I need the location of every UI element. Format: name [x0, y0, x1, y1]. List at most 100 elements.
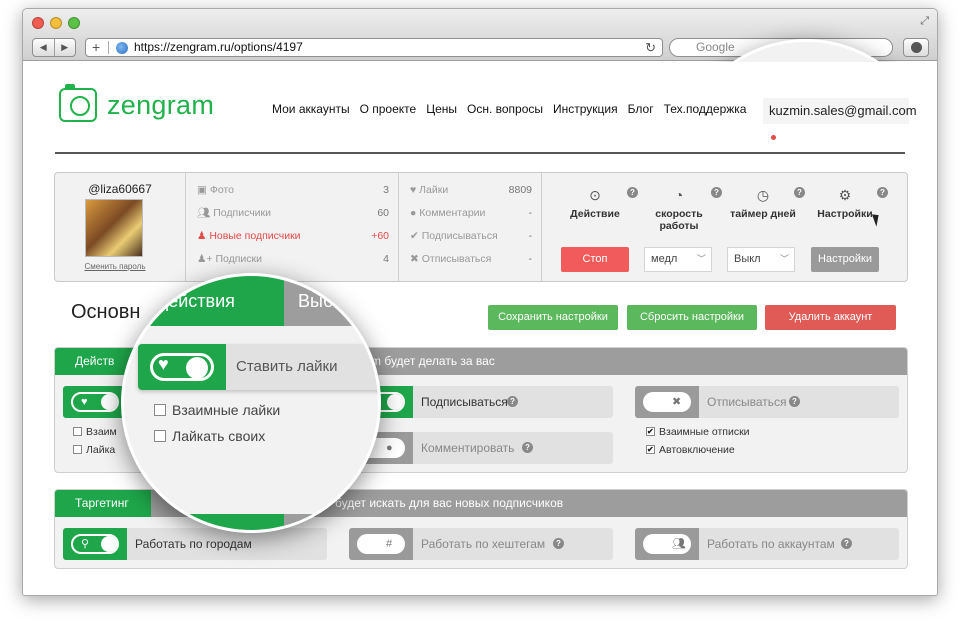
reload-icon[interactable]: ↻: [645, 39, 656, 56]
follow-label: Подписываться: [421, 395, 508, 409]
accounts-label: Работать по аккаунтам: [707, 537, 835, 551]
control-label: скорость работы: [655, 208, 703, 232]
checkbox-label: Взаим: [86, 426, 117, 438]
control-speed: ◔ скорость работы: [639, 187, 719, 232]
help-icon[interactable]: ?: [789, 396, 800, 407]
magnifier-overlay: Действия Выбери ♥ Ставить лайки Взаимные…: [121, 273, 381, 533]
control-timer: ◷ таймер дней: [723, 187, 803, 220]
delete-account-button[interactable]: Удалить аккаунт: [765, 305, 896, 330]
location-pin-icon: ⚲: [81, 538, 90, 550]
address-bar[interactable]: + https://zengram.ru/options/4197 ↻: [85, 38, 663, 57]
stop-button[interactable]: Стоп: [561, 247, 629, 272]
close-window-button[interactable]: [32, 17, 44, 29]
user-email: kuzmin.sales@gmail.com: [769, 103, 917, 118]
settings-button[interactable]: Настройки: [811, 247, 879, 272]
help-icon[interactable]: ?: [711, 187, 722, 198]
zengram-logo[interactable]: zengram: [59, 84, 215, 122]
address-separator: [108, 41, 109, 54]
speedometer-icon: ◔: [674, 187, 684, 203]
nav-instructions[interactable]: Инструкция: [553, 102, 618, 116]
downloads-button[interactable]: [903, 38, 929, 57]
help-icon[interactable]: ?: [627, 187, 638, 198]
stat-value: 8809: [508, 184, 532, 196]
save-settings-button[interactable]: Сохранить настройки: [488, 305, 618, 330]
mutual-unfollow-checkbox[interactable]: Взаимные отписки: [646, 425, 750, 439]
nav-faq[interactable]: Осн. вопросы: [467, 102, 543, 116]
stat-likes: ♥ Лайки 8809: [410, 179, 532, 202]
checkbox-label: Взаимные отписки: [659, 426, 750, 438]
help-icon[interactable]: ?: [507, 396, 518, 407]
like-own-checkbox[interactable]: Лайка: [73, 443, 115, 457]
timer-select-value: Выкл: [734, 253, 761, 265]
browser-window: ⤢ ◀ ▶ + https://zengram.ru/options/4197 …: [22, 8, 938, 596]
control-action: ⊙ Действие: [555, 187, 635, 220]
account-panel: @liza60667 Сменить пароль ▣ Фото 3 👥︎ Под…: [54, 172, 908, 282]
nav-about[interactable]: О проекте: [360, 102, 417, 116]
stat-new-followers: ♟ Новые подписчики +60: [197, 225, 389, 248]
speed-select[interactable]: медл ﹀: [644, 247, 712, 272]
heart-icon: ♥: [410, 184, 420, 196]
help-icon[interactable]: ?: [841, 538, 852, 549]
stat-value: 60: [377, 207, 389, 219]
column-divider: [185, 173, 186, 281]
nav-support[interactable]: Тех.поддержка: [664, 102, 747, 116]
nav-my-accounts[interactable]: Мои аккаунты: [272, 102, 350, 116]
stat-value: +60: [371, 230, 389, 242]
photo-icon: ▣: [197, 184, 210, 196]
add-bookmark-icon[interactable]: +: [92, 39, 100, 56]
change-password-link[interactable]: Сменить пароль: [55, 262, 175, 271]
account-username: @liza60667: [88, 182, 152, 196]
users-icon: 👥︎: [197, 207, 214, 219]
toggle-knob: [387, 394, 403, 410]
mutual-likes-checkbox[interactable]: Взаим: [73, 425, 117, 439]
help-icon[interactable]: ?: [553, 538, 564, 549]
stat-label: Отписываться: [421, 253, 492, 265]
help-icon[interactable]: ?: [522, 442, 533, 453]
chevron-down-icon: ﹀: [696, 254, 706, 264]
speed-select-value: медл: [651, 253, 678, 265]
magnified-mutual-likes: Взаимные лайки: [154, 402, 280, 418]
stat-label: Комментарии: [419, 207, 486, 219]
user-new-icon: ♟: [197, 230, 210, 242]
unfollow-label: Отписываться: [707, 395, 787, 409]
nav-prices[interactable]: Цены: [426, 102, 457, 116]
toggle-knob: [186, 357, 208, 379]
help-icon[interactable]: ?: [794, 187, 805, 198]
check-icon: ✔: [410, 230, 422, 242]
accounts-toggle[interactable]: 👥︎: [635, 528, 699, 560]
forward-icon[interactable]: ▶: [55, 39, 76, 56]
like-toggle[interactable]: ♥: [63, 386, 127, 418]
checkbox-label: Лайка: [86, 444, 116, 456]
url-text[interactable]: https://zengram.ru/options/4197: [134, 39, 303, 56]
stat-label: Лайки: [419, 184, 449, 196]
heart-icon: ♥: [81, 396, 88, 408]
help-icon[interactable]: ?: [877, 187, 888, 198]
toggle-knob: [101, 394, 117, 410]
chevron-down-icon: ﹀: [779, 254, 789, 264]
timer-select[interactable]: Выкл ﹀: [727, 247, 795, 272]
toggle-icon: ⊙: [589, 187, 601, 203]
user-email-menu[interactable]: kuzmin.sales@gmail.com: [763, 98, 917, 141]
comment-card: ● Комментировать?: [349, 432, 613, 464]
unfollow-toggle[interactable]: ✖: [635, 386, 699, 418]
stat-follow: ✔ Подписываться -: [410, 225, 532, 248]
hashtags-toggle[interactable]: #: [349, 528, 413, 560]
logo-text: zengram: [107, 89, 215, 120]
cities-toggle[interactable]: ⚲: [63, 528, 127, 560]
auto-enable-checkbox[interactable]: Автовключение: [646, 443, 735, 457]
reset-settings-button[interactable]: Сбросить настройки: [627, 305, 757, 330]
cross-icon: ✖: [410, 253, 422, 265]
zoom-window-button[interactable]: [68, 17, 80, 29]
back-icon[interactable]: ◀: [33, 39, 55, 56]
globe-icon: [116, 42, 128, 54]
stat-value: 3: [383, 184, 389, 196]
minimize-window-button[interactable]: [50, 17, 62, 29]
nav-blog[interactable]: Блог: [628, 102, 654, 116]
toggle-knob: [645, 394, 661, 410]
tab-targeting[interactable]: Таргетинг: [55, 490, 151, 517]
follow-card: Подписываться?: [349, 386, 613, 418]
cities-card: ⚲ Работать по городам: [63, 528, 327, 560]
search-input[interactable]: 🔍︎ Google: [669, 38, 936, 299]
fullscreen-icon[interactable]: ⤢: [920, 15, 929, 28]
column-divider: [398, 173, 399, 281]
